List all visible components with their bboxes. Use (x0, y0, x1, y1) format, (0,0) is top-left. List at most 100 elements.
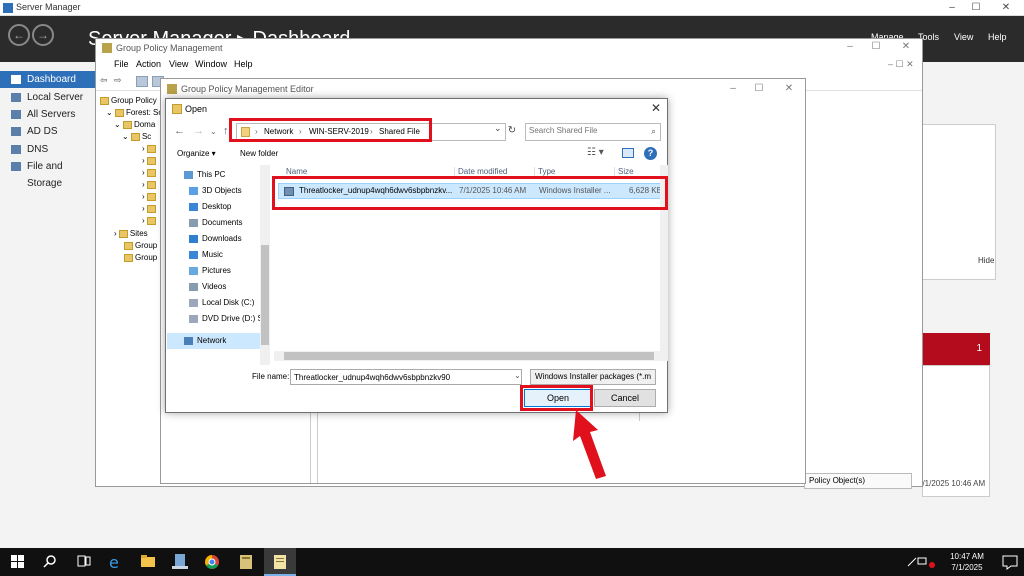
column-header-name[interactable]: Name (286, 167, 307, 176)
gpm-policy-tab[interactable]: Policy Object(s) (804, 473, 912, 489)
tree-item-gpm[interactable]: Group Policy (100, 96, 157, 105)
preview-pane-icon[interactable] (622, 148, 634, 158)
taskbar-clock[interactable]: 10:47 AM 7/1/2025 (944, 551, 990, 573)
nav-item-desktop[interactable]: Desktop (167, 199, 261, 215)
nav-item-downloads[interactable]: Downloads (167, 231, 261, 247)
scrollbar-thumb[interactable] (284, 352, 654, 360)
forward-arrow-icon[interactable]: → (193, 125, 204, 137)
search-input[interactable] (529, 126, 647, 135)
nav-item-music[interactable]: Music (167, 247, 261, 263)
task-view-icon[interactable] (68, 548, 100, 576)
picture-icon (189, 267, 198, 275)
nav-item-videos[interactable]: Videos (167, 279, 261, 295)
tree-item-ou[interactable]: › (142, 156, 158, 165)
nav-item-dvd-drive[interactable]: DVD Drive (D:) SE (167, 311, 261, 327)
nav-item-documents[interactable]: Documents (167, 215, 261, 231)
gpm-back-icon[interactable]: ⇦ (100, 75, 108, 86)
search-taskbar-icon[interactable] (34, 548, 66, 576)
nav-item-label: Videos (202, 282, 227, 291)
gpm-menu-help[interactable]: Help (234, 59, 253, 69)
start-icon[interactable] (2, 548, 34, 576)
tree-item-ou[interactable]: › (142, 204, 158, 213)
gpm-menu-window[interactable]: Window (195, 59, 227, 69)
tree-item-group-results[interactable]: Group (124, 253, 157, 262)
pointer-arrow-icon (573, 410, 606, 479)
up-arrow-icon[interactable]: ↑ (223, 125, 229, 137)
gpm-forward-icon[interactable]: ⇨ (114, 75, 122, 86)
gpm-menu-file[interactable]: File (114, 59, 129, 69)
nav-item-pictures[interactable]: Pictures (167, 263, 261, 279)
sidebar-item-ad-ds[interactable]: AD DS (0, 123, 96, 140)
nav-item-this-pc[interactable]: This PC (167, 167, 261, 183)
search-box[interactable]: ⌕ (525, 123, 661, 141)
system-tray[interactable] (904, 548, 940, 576)
hide-link[interactable]: Hide (978, 256, 994, 265)
tree-item-ou[interactable]: › (142, 216, 158, 225)
status-tile-header[interactable]: 1 (922, 333, 990, 365)
menu-view[interactable]: View (954, 32, 973, 42)
recent-locations-icon[interactable]: ⌄ (210, 127, 217, 136)
organize-button[interactable]: Organize ▾ (177, 149, 216, 158)
nav-pane-scrollbar[interactable] (260, 165, 270, 365)
gpm-maximize-button[interactable]: ☐ (862, 39, 890, 55)
tree-item-ou[interactable]: › (142, 144, 158, 153)
servers-icon (11, 110, 21, 119)
tree-item-forest[interactable]: ⌄ Forest: So (106, 108, 160, 117)
tree-item-group-modeling[interactable]: Group (124, 241, 157, 250)
file-type-select[interactable]: Windows Installer packages (*.m (530, 369, 656, 385)
gpm-close-button[interactable]: ✕ (892, 39, 920, 55)
column-header-type[interactable]: Type (538, 167, 555, 176)
column-header-size[interactable]: Size (618, 167, 634, 176)
tree-item-ou[interactable]: › (142, 192, 158, 201)
gpm-inner-minimize[interactable]: – ☐ ✕ (888, 59, 914, 70)
sidebar-item-local-server[interactable]: Local Server (0, 89, 96, 106)
server-manager-taskbar-icon[interactable] (164, 548, 196, 576)
menu-help[interactable]: Help (988, 32, 1007, 42)
tree-item-ou[interactable]: › (142, 168, 158, 177)
column-header-date[interactable]: Date modified (458, 167, 507, 176)
tree-item-ou[interactable]: › (142, 180, 158, 189)
folder-up-icon[interactable] (136, 76, 148, 87)
gpe-maximize-button[interactable]: ☐ (745, 81, 773, 97)
gpm-menu-view[interactable]: View (169, 59, 188, 69)
scrollbar-thumb[interactable] (261, 245, 269, 345)
folder-glyph-icon (141, 555, 155, 567)
sidebar-item-all-servers[interactable]: All Servers (0, 106, 96, 123)
sidebar-item-file-storage[interactable]: File and Storage (0, 158, 96, 189)
gpe-close-button[interactable]: ✕ (775, 81, 803, 97)
tree-item-sites[interactable]: › Sites (114, 229, 148, 238)
tree-item-label: Group (135, 241, 158, 250)
maximize-button[interactable]: ☐ (962, 0, 990, 16)
nav-item-network[interactable]: Network (167, 333, 261, 349)
sidebar-item-dashboard[interactable]: Dashboard (0, 71, 96, 88)
close-icon[interactable]: ✕ (651, 101, 661, 115)
close-button[interactable]: ✕ (992, 0, 1020, 16)
new-folder-button[interactable]: New folder (240, 149, 278, 158)
back-arrow-icon[interactable]: ← (174, 125, 185, 137)
tree-item-domain[interactable]: ⌄ Sc (122, 132, 151, 141)
gpm-menu-action[interactable]: Action (136, 59, 161, 69)
notifications-icon[interactable] (994, 548, 1024, 576)
gpe-taskbar-icon[interactable] (264, 548, 296, 576)
nav-item-local-disk[interactable]: Local Disk (C:) (167, 295, 261, 311)
view-options-icon[interactable]: ☷ ▾ (587, 147, 604, 158)
chevron-down-icon[interactable]: ⌄ (494, 123, 502, 134)
file-name-input[interactable] (290, 369, 522, 385)
chrome-icon[interactable] (196, 548, 228, 576)
file-explorer-icon[interactable] (132, 548, 164, 576)
forward-icon[interactable]: → (32, 24, 54, 46)
sidebar-item-dns[interactable]: DNS (0, 141, 96, 158)
help-icon[interactable]: ? (644, 147, 657, 160)
gpm-minimize-button[interactable]: – (836, 39, 864, 55)
clock-time: 10:47 AM (950, 552, 984, 561)
tree-item-domains[interactable]: ⌄ Doma (114, 120, 155, 129)
gpe-minimize-button[interactable]: – (719, 81, 747, 97)
refresh-icon[interactable]: ↻ (505, 123, 519, 141)
back-icon[interactable]: ← (8, 24, 30, 46)
chevron-down-icon[interactable]: ⌄ (514, 371, 521, 380)
cancel-button[interactable]: Cancel (594, 389, 656, 407)
gpm-taskbar-icon[interactable] (230, 548, 262, 576)
internet-explorer-icon[interactable]: e (100, 548, 132, 576)
file-list-hscrollbar[interactable] (274, 351, 668, 361)
nav-item-3d-objects[interactable]: 3D Objects (167, 183, 261, 199)
